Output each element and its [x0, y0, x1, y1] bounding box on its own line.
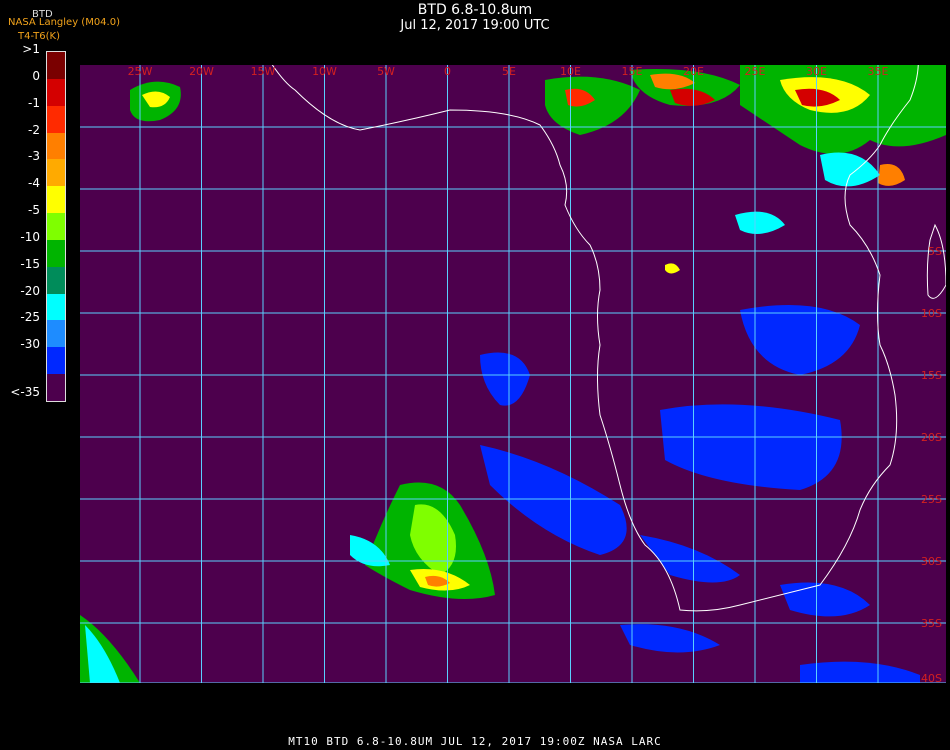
footer-caption: MT10 BTD 6.8-10.8UM JUL 12, 2017 19:00Z … — [288, 735, 662, 748]
legend-label: -3 — [28, 149, 40, 164]
legend-swatch — [47, 347, 65, 375]
longitude-label: 15E — [622, 65, 643, 78]
color-legend — [46, 51, 66, 402]
latitude-label: 5S — [928, 245, 942, 258]
longitude-label: 35E — [868, 65, 889, 78]
legend-label: -1 — [28, 95, 40, 110]
legend-label: 0 — [32, 68, 40, 83]
latitude-label: 40S — [921, 672, 942, 683]
map-timestamp: Jul 12, 2017 19:00 UTC — [400, 18, 550, 33]
legend-swatch — [47, 52, 65, 80]
legend-swatch — [47, 213, 65, 241]
source-tag: NASA Langley (M04.0) — [8, 17, 120, 28]
legend-swatch — [47, 105, 65, 134]
legend-swatch — [47, 266, 65, 295]
legend-swatch — [47, 159, 65, 187]
legend-swatch — [47, 78, 65, 107]
latitude-label: 35S — [921, 617, 942, 630]
legend-swatch — [47, 374, 65, 402]
legend-label: -30 — [20, 337, 40, 352]
longitude-label: 30E — [806, 65, 827, 78]
legend-swatch — [47, 186, 65, 214]
legend-label: -15 — [20, 256, 40, 271]
legend-label: -4 — [28, 176, 40, 191]
legend-label: -20 — [20, 283, 40, 298]
latitude-label: 15S — [921, 369, 942, 382]
legend-label: -10 — [20, 229, 40, 244]
legend-swatch — [47, 239, 65, 268]
longitude-label: 0 — [444, 65, 451, 78]
latitude-label: 25S — [921, 493, 942, 506]
satellite-map: 25W 20W 15W 10W 5W 0 5E 10E 15E 20E 25E 30E 35E 5S 10… — [80, 65, 946, 683]
longitude-label: 25W — [128, 65, 153, 78]
longitude-label: 10E — [560, 65, 581, 78]
map-title: BTD 6.8-10.8um — [417, 2, 533, 18]
longitude-label: 20W — [189, 65, 214, 78]
legend-unit: T4-T6(K) — [18, 31, 60, 42]
longitude-label: 5E — [502, 65, 516, 78]
legend-label: -5 — [28, 203, 40, 218]
legend-label: >1 — [22, 42, 40, 56]
legend-swatch — [47, 293, 65, 321]
longitude-label: 25E — [745, 65, 766, 78]
latitude-label: 30S — [921, 555, 942, 568]
legend-label: -2 — [28, 122, 40, 137]
legend-swatch — [47, 320, 65, 348]
legend-label: -25 — [20, 310, 40, 325]
latitude-label: 10S — [921, 307, 942, 320]
latitude-label: 20S — [921, 431, 942, 444]
longitude-label: 5W — [377, 65, 395, 78]
legend-title: BTD — [32, 9, 53, 20]
longitude-label: 10W — [312, 65, 337, 78]
longitude-label: 20E — [683, 65, 704, 78]
legend-swatch — [47, 132, 65, 160]
longitude-label: 15W — [251, 65, 276, 78]
legend-label: <-35 — [10, 385, 40, 399]
